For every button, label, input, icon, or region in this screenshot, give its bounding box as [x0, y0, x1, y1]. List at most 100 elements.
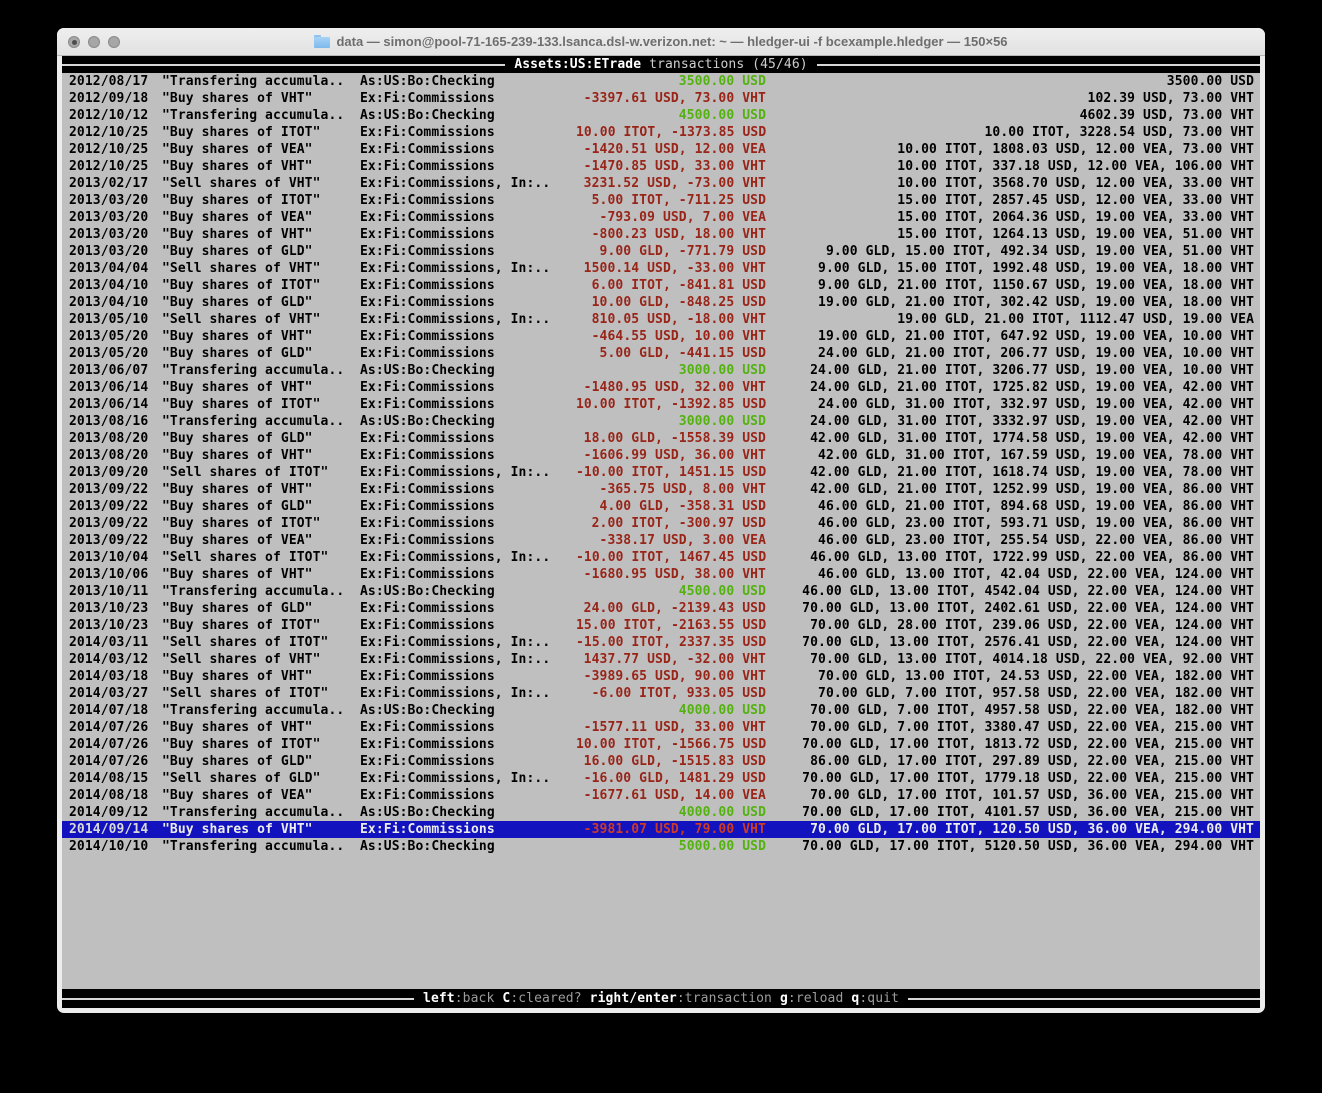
transaction-balance: 70.00 GLD, 13.00 ITOT, 4014.18 USD, 22.0… [766, 651, 1260, 668]
transaction-amount: 4.00 GLD, -358.31 USD [576, 498, 766, 515]
transaction-date: 2014/08/15 [62, 770, 162, 787]
transaction-row[interactable]: 2013/09/22 "Buy shares of VHT" Ex:Fi:Com… [62, 481, 1260, 498]
transaction-balance: 42.00 GLD, 21.00 ITOT, 1252.99 USD, 19.0… [766, 481, 1260, 498]
transaction-balance: 19.00 GLD, 21.00 ITOT, 1112.47 USD, 19.0… [766, 311, 1260, 328]
transaction-row[interactable]: 2013/02/17 "Sell shares of VHT" Ex:Fi:Co… [62, 175, 1260, 192]
transaction-row[interactable]: 2014/08/15 "Sell shares of GLD" Ex:Fi:Co… [62, 770, 1260, 787]
transaction-row[interactable]: 2013/09/22 "Buy shares of GLD" Ex:Fi:Com… [62, 498, 1260, 515]
transaction-row[interactable]: 2012/10/25 "Buy shares of VHT" Ex:Fi:Com… [62, 158, 1260, 175]
transaction-description: "Buy shares of ITOT" [162, 124, 360, 141]
transaction-row[interactable]: 2014/03/11 "Sell shares of ITOT" Ex:Fi:C… [62, 634, 1260, 651]
zoom-button[interactable] [108, 36, 120, 48]
transaction-row[interactable]: 2013/09/22 "Buy shares of VEA" Ex:Fi:Com… [62, 532, 1260, 549]
transaction-accounts: Ex:Fi:Commissions [360, 345, 576, 362]
minimize-button[interactable] [88, 36, 100, 48]
transaction-row[interactable]: 2012/08/17 "Transfering accumula.. As:US… [62, 73, 1260, 90]
transaction-row[interactable]: 2014/07/26 "Buy shares of VHT" Ex:Fi:Com… [62, 719, 1260, 736]
transaction-row[interactable]: 2013/08/20 "Buy shares of VHT" Ex:Fi:Com… [62, 447, 1260, 464]
transaction-row[interactable]: 2013/06/14 "Buy shares of VHT" Ex:Fi:Com… [62, 379, 1260, 396]
transaction-accounts: Ex:Fi:Commissions [360, 226, 576, 243]
transaction-row[interactable]: 2013/09/22 "Buy shares of ITOT" Ex:Fi:Co… [62, 515, 1260, 532]
terminal-screen: Assets:US:ETrade transactions (45/46) 20… [62, 56, 1260, 1008]
transaction-amount: -3989.65 USD, 90.00 VHT [576, 668, 766, 685]
transaction-row[interactable]: 2014/08/18 "Buy shares of VEA" Ex:Fi:Com… [62, 787, 1260, 804]
transaction-row[interactable]: 2013/10/06 "Buy shares of VHT" Ex:Fi:Com… [62, 566, 1260, 583]
transaction-row[interactable]: 2014/07/26 "Buy shares of GLD" Ex:Fi:Com… [62, 753, 1260, 770]
screen-title-mode: transactions (45/46) [649, 56, 808, 73]
transaction-row[interactable]: 2013/10/23 "Buy shares of ITOT" Ex:Fi:Co… [62, 617, 1260, 634]
transaction-row[interactable]: 2014/07/26 "Buy shares of ITOT" Ex:Fi:Co… [62, 736, 1260, 753]
transaction-accounts: Ex:Fi:Commissions [360, 379, 576, 396]
transaction-balance: 15.00 ITOT, 2064.36 USD, 19.00 VEA, 33.0… [766, 209, 1260, 226]
transaction-row[interactable]: 2012/10/25 "Buy shares of ITOT" Ex:Fi:Co… [62, 124, 1260, 141]
transaction-amount: 5.00 GLD, -441.15 USD [576, 345, 766, 362]
transaction-balance: 15.00 ITOT, 2857.45 USD, 12.00 VEA, 33.0… [766, 192, 1260, 209]
transaction-row[interactable]: 2014/03/12 "Sell shares of VHT" Ex:Fi:Co… [62, 651, 1260, 668]
transaction-date: 2012/10/25 [62, 158, 162, 175]
transaction-row[interactable]: 2013/06/14 "Buy shares of ITOT" Ex:Fi:Co… [62, 396, 1260, 413]
transaction-row[interactable]: 2012/10/25 "Buy shares of VEA" Ex:Fi:Com… [62, 141, 1260, 158]
transaction-amount: -793.09 USD, 7.00 VEA [576, 209, 766, 226]
transaction-row[interactable]: 2013/03/20 "Buy shares of VHT" Ex:Fi:Com… [62, 226, 1260, 243]
transaction-amount: 1437.77 USD, -32.00 VHT [576, 651, 766, 668]
transaction-description: "Buy shares of GLD" [162, 345, 360, 362]
transaction-row[interactable]: 2012/10/12 "Transfering accumula.. As:US… [62, 107, 1260, 124]
transaction-row[interactable]: 2014/03/18 "Buy shares of VHT" Ex:Fi:Com… [62, 668, 1260, 685]
transaction-date: 2012/09/18 [62, 90, 162, 107]
transaction-description: "Buy shares of VEA" [162, 787, 360, 804]
transaction-accounts: Ex:Fi:Commissions, In:.. [360, 175, 576, 192]
transaction-amount: -10.00 ITOT, 1451.15 USD [576, 464, 766, 481]
close-button[interactable] [68, 36, 80, 48]
transaction-row[interactable]: 2014/03/27 "Sell shares of ITOT" Ex:Fi:C… [62, 685, 1260, 702]
transaction-row[interactable]: 2013/04/04 "Sell shares of VHT" Ex:Fi:Co… [62, 260, 1260, 277]
transaction-date: 2013/06/14 [62, 396, 162, 413]
transaction-date: 2013/06/07 [62, 362, 162, 379]
transaction-balance: 3500.00 USD [766, 73, 1260, 90]
transaction-description: "Buy shares of VHT" [162, 566, 360, 583]
transaction-amount: -1420.51 USD, 12.00 VEA [576, 141, 766, 158]
transaction-accounts: As:US:Bo:Checking [360, 413, 576, 430]
transaction-row[interactable]: 2013/06/07 "Transfering accumula.. As:US… [62, 362, 1260, 379]
transaction-balance: 86.00 GLD, 17.00 ITOT, 297.89 USD, 22.00… [766, 753, 1260, 770]
transaction-row[interactable]: 2013/04/10 "Buy shares of ITOT" Ex:Fi:Co… [62, 277, 1260, 294]
transaction-row[interactable]: 2013/05/10 "Sell shares of VHT" Ex:Fi:Co… [62, 311, 1260, 328]
transaction-date: 2012/10/25 [62, 124, 162, 141]
transaction-row[interactable]: 2013/08/16 "Transfering accumula.. As:US… [62, 413, 1260, 430]
transaction-row[interactable]: 2013/05/20 "Buy shares of VHT" Ex:Fi:Com… [62, 328, 1260, 345]
transaction-row[interactable]: 2014/07/18 "Transfering accumula.. As:US… [62, 702, 1260, 719]
transaction-date: 2013/10/11 [62, 583, 162, 600]
transaction-balance: 4602.39 USD, 73.00 VHT [766, 107, 1260, 124]
transaction-date: 2013/03/20 [62, 243, 162, 260]
transaction-balance: 10.00 ITOT, 3568.70 USD, 12.00 VEA, 33.0… [766, 175, 1260, 192]
transaction-row[interactable]: 2012/09/18 "Buy shares of VHT" Ex:Fi:Com… [62, 90, 1260, 107]
transaction-description: "Buy shares of VEA" [162, 209, 360, 226]
transaction-amount: 10.00 GLD, -848.25 USD [576, 294, 766, 311]
transaction-accounts: Ex:Fi:Commissions [360, 736, 576, 753]
transaction-row[interactable]: 2013/04/10 "Buy shares of GLD" Ex:Fi:Com… [62, 294, 1260, 311]
transaction-amount: -1480.95 USD, 32.00 VHT [576, 379, 766, 396]
transaction-row[interactable]: 2013/09/20 "Sell shares of ITOT" Ex:Fi:C… [62, 464, 1260, 481]
transaction-amount: 15.00 ITOT, -2163.55 USD [576, 617, 766, 634]
transaction-accounts: Ex:Fi:Commissions [360, 243, 576, 260]
transaction-row[interactable]: 2013/10/04 "Sell shares of ITOT" Ex:Fi:C… [62, 549, 1260, 566]
transaction-row[interactable]: 2013/03/20 "Buy shares of ITOT" Ex:Fi:Co… [62, 192, 1260, 209]
transaction-accounts: Ex:Fi:Commissions, In:.. [360, 464, 576, 481]
transaction-row[interactable]: 2013/10/11 "Transfering accumula.. As:US… [62, 583, 1260, 600]
transaction-balance: 70.00 GLD, 13.00 ITOT, 2402.61 USD, 22.0… [766, 600, 1260, 617]
transaction-row[interactable]: 2013/03/20 "Buy shares of VEA" Ex:Fi:Com… [62, 209, 1260, 226]
transaction-row[interactable]: 2014/10/10 "Transfering accumula.. As:US… [62, 838, 1260, 855]
transaction-amount: -16.00 GLD, 1481.29 USD [576, 770, 766, 787]
transaction-row[interactable]: 2013/10/23 "Buy shares of GLD" Ex:Fi:Com… [62, 600, 1260, 617]
transaction-amount: 3000.00 USD [576, 362, 766, 379]
transaction-row[interactable]: 2013/05/20 "Buy shares of GLD" Ex:Fi:Com… [62, 345, 1260, 362]
transaction-accounts: Ex:Fi:Commissions [360, 532, 576, 549]
transaction-row[interactable]: 2013/03/20 "Buy shares of GLD" Ex:Fi:Com… [62, 243, 1260, 260]
transaction-row[interactable]: 2013/08/20 "Buy shares of GLD" Ex:Fi:Com… [62, 430, 1260, 447]
transaction-date: 2013/05/10 [62, 311, 162, 328]
transaction-row[interactable]: 2014/09/14 "Buy shares of VHT" Ex:Fi:Com… [62, 821, 1260, 838]
transaction-description: "Buy shares of ITOT" [162, 617, 360, 634]
transaction-description: "Buy shares of VHT" [162, 668, 360, 685]
transaction-date: 2014/07/18 [62, 702, 162, 719]
transaction-amount: 16.00 GLD, -1515.83 USD [576, 753, 766, 770]
transaction-row[interactable]: 2014/09/12 "Transfering accumula.. As:US… [62, 804, 1260, 821]
